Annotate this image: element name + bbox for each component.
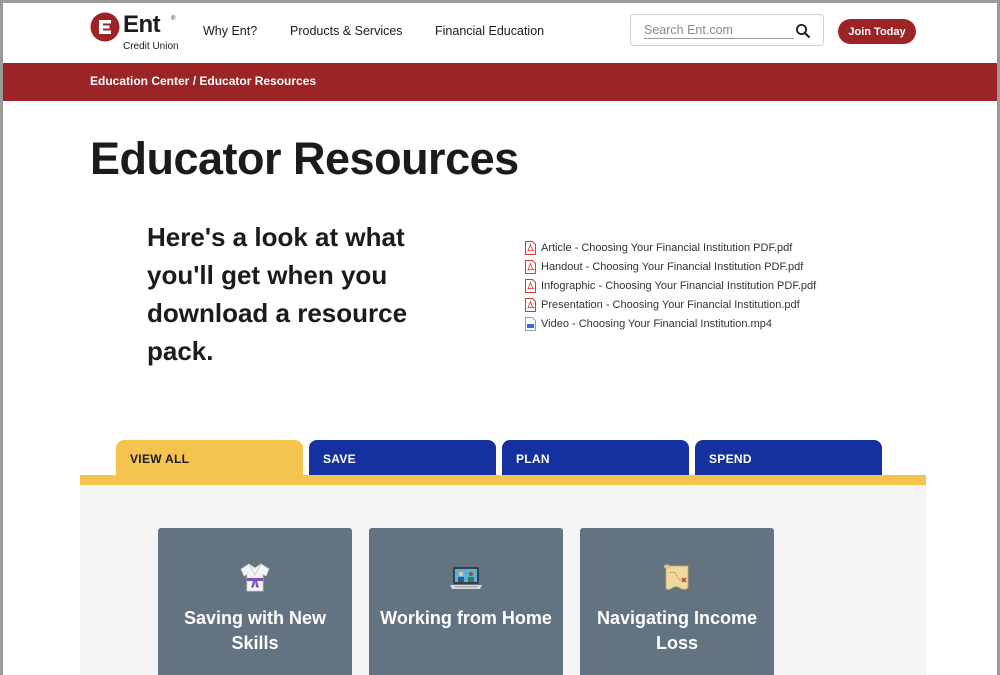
laptop-video-call-icon: [450, 567, 482, 589]
search-box: [630, 14, 824, 46]
breadcrumb-education-center[interactable]: Education Center: [90, 74, 189, 88]
file-item[interactable]: Video - Choosing Your Financial Institut…: [525, 316, 816, 335]
page-title: Educator Resources: [90, 133, 519, 184]
file-item[interactable]: Presentation - Choosing Your Financial I…: [525, 297, 816, 316]
pdf-file-icon: [525, 260, 536, 274]
logo-subtitle: Credit Union: [123, 41, 179, 52]
resource-card[interactable]: Saving with New Skills: [158, 528, 352, 675]
file-label: Infographic - Choosing Your Financial In…: [541, 280, 817, 292]
resource-file-list: Article - Choosing Your Financial Instit…: [525, 240, 816, 335]
file-item[interactable]: Handout - Choosing Your Financial Instit…: [525, 259, 816, 278]
nav-why-ent[interactable]: Why Ent?: [203, 24, 257, 38]
file-label: Video - Choosing Your Financial Institut…: [541, 318, 772, 330]
file-label: Handout - Choosing Your Financial Instit…: [541, 261, 804, 273]
file-item[interactable]: Article - Choosing Your Financial Instit…: [525, 240, 816, 259]
nav-products-services[interactable]: Products & Services: [290, 24, 403, 38]
treasure-map-icon: [664, 564, 689, 590]
pdf-file-icon: [525, 241, 536, 255]
video-file-icon: [525, 317, 536, 331]
karate-uniform-icon: [240, 563, 270, 592]
card-title: Working from Home: [380, 608, 552, 628]
search-icon[interactable]: [795, 23, 811, 39]
tab-underline: [80, 475, 926, 485]
breadcrumb-bar: Education Center / Educator Resources: [3, 63, 997, 101]
logo-wordmark: Ent: [123, 11, 161, 38]
tab-save[interactable]: SAVE: [309, 440, 496, 475]
resource-pack-intro: Here's a look at what you'll get when yo…: [147, 222, 408, 366]
file-item[interactable]: Infographic - Choosing Your Financial In…: [525, 278, 816, 297]
breadcrumb-current: Educator Resources: [199, 74, 317, 88]
breadcrumb: Education Center / Educator Resources: [90, 74, 316, 88]
pdf-file-icon: [525, 298, 536, 312]
file-label: Presentation - Choosing Your Financial I…: [541, 299, 800, 311]
logo-trademark: ®: [171, 16, 176, 22]
tab-spend[interactable]: SPEND: [695, 440, 882, 475]
join-today-button[interactable]: Join Today: [838, 19, 916, 44]
ent-logo-icon: [90, 12, 120, 42]
ent-logo[interactable]: Ent ® Credit Union: [90, 11, 190, 56]
search-input[interactable]: [644, 22, 794, 39]
resource-card[interactable]: Working from Home: [369, 528, 563, 675]
tab-view-all[interactable]: VIEW ALL: [116, 440, 303, 475]
file-label: Article - Choosing Your Financial Instit…: [541, 242, 793, 254]
tab-plan[interactable]: PLAN: [502, 440, 689, 475]
breadcrumb-separator: /: [189, 74, 200, 88]
pdf-file-icon: [525, 279, 536, 293]
card-title: Saving with New Skills: [183, 608, 327, 653]
card-title: Navigating Income Loss: [596, 608, 758, 653]
site-header: Ent ® Credit Union Why Ent? Products & S…: [3, 3, 997, 63]
nav-financial-education[interactable]: Financial Education: [435, 24, 544, 38]
resource-card[interactable]: Navigating Income Loss: [580, 528, 774, 675]
